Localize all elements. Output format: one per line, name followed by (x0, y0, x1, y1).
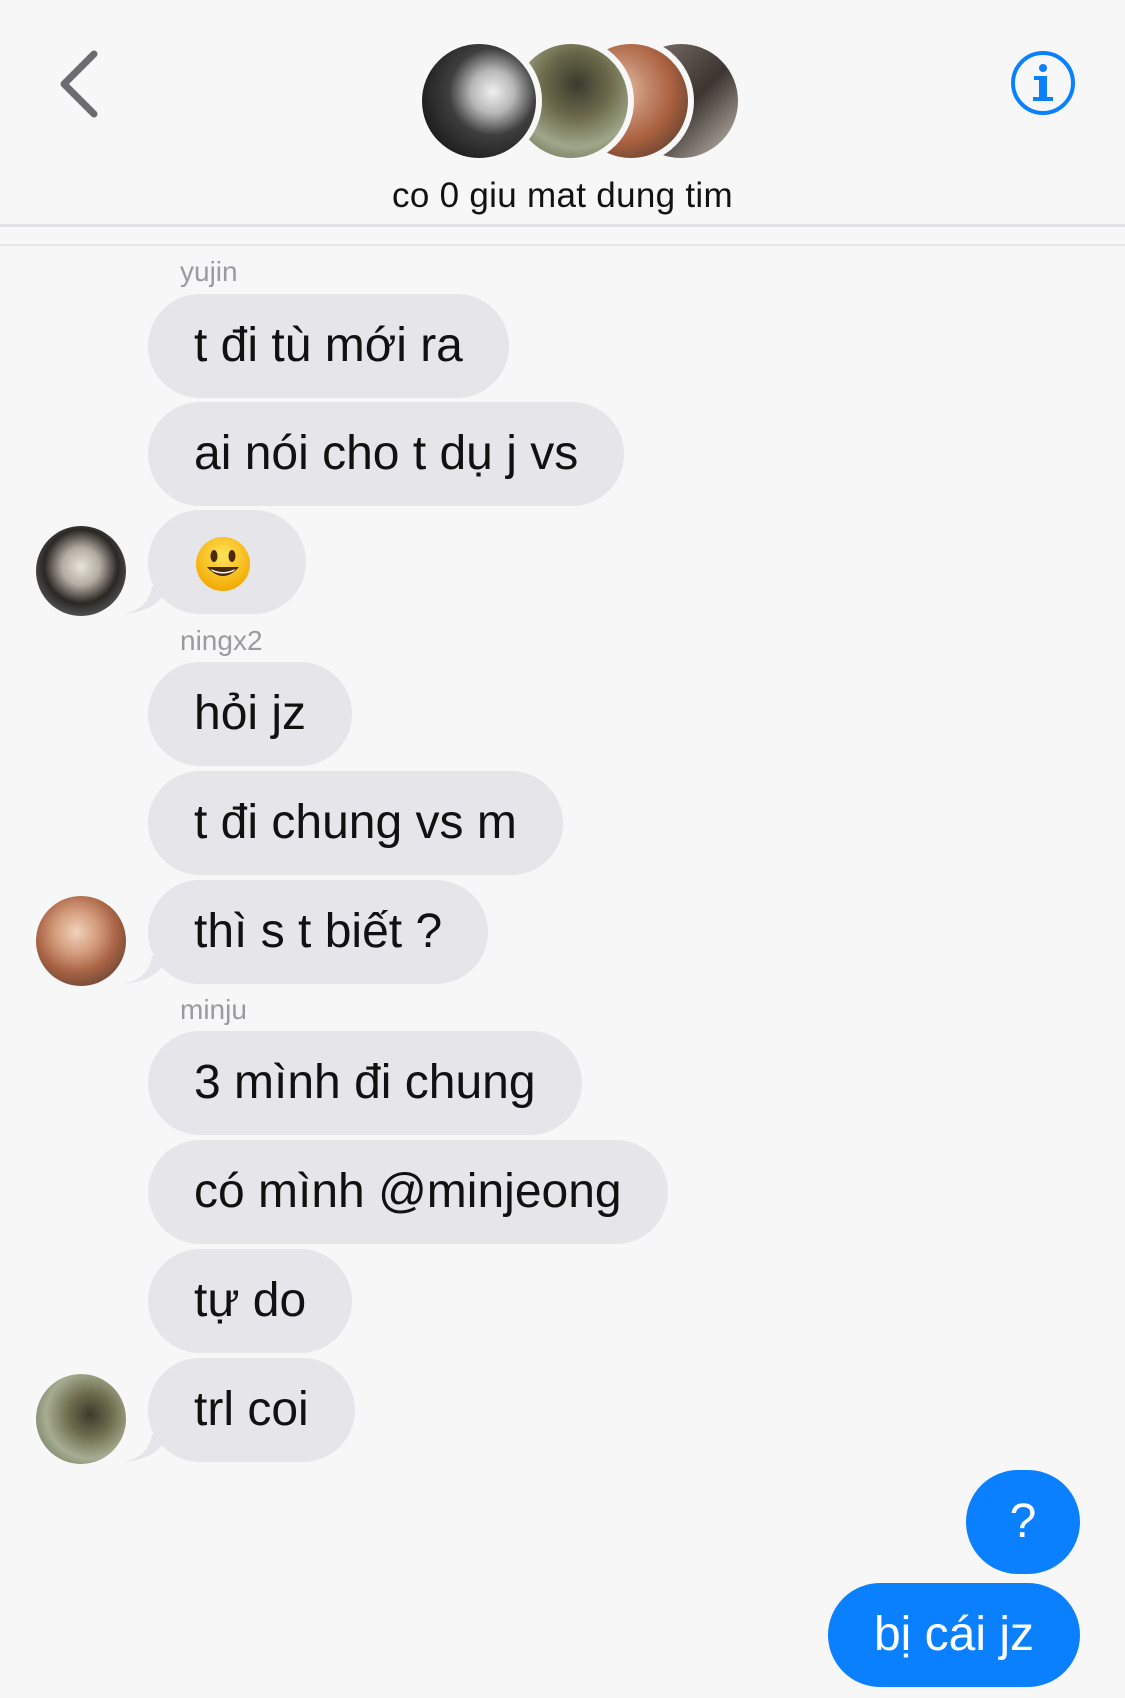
smiley-emoji-icon (196, 537, 250, 592)
sender-name: ningx2 (180, 625, 263, 656)
header-divider (0, 224, 1125, 227)
sender-avatar[interactable] (36, 896, 126, 986)
incoming-message[interactable]: hỏi jz (148, 662, 353, 766)
incoming-message[interactable]: tự do (148, 1249, 353, 1353)
incoming-message[interactable]: thì s t biết ? (148, 880, 489, 984)
incoming-message[interactable]: trl coi (148, 1358, 355, 1462)
header-divider (0, 244, 1125, 246)
bubble-tail (122, 1434, 166, 1462)
group-member-avatar (416, 38, 542, 164)
info-icon (1011, 51, 1075, 115)
sender-name: yujin (180, 256, 238, 287)
incoming-message[interactable]: 3 mình đi chung (148, 1031, 582, 1135)
sender-avatar[interactable] (36, 1374, 126, 1464)
sender-name: minju (180, 994, 247, 1025)
info-button[interactable] (1010, 50, 1076, 116)
incoming-message[interactable] (148, 510, 306, 614)
conversation-title[interactable]: co 0 giu mat dung tim (0, 176, 1125, 216)
chat-screen: co 0 giu mat dung tim yujin t đi tù mới … (0, 0, 1125, 1698)
back-button[interactable] (52, 44, 112, 124)
bubble-tail (122, 586, 166, 614)
incoming-message[interactable]: ai nói cho t dụ j vs (148, 402, 625, 506)
incoming-message[interactable]: có mình @minjeong (148, 1140, 668, 1244)
chat-header: co 0 giu mat dung tim (0, 0, 1125, 246)
bubble-tail (122, 956, 166, 984)
incoming-message[interactable]: t đi tù mới ra (148, 294, 509, 398)
sender-avatar[interactable] (36, 526, 126, 616)
outgoing-message[interactable]: ? (966, 1470, 1080, 1574)
incoming-message[interactable]: t đi chung vs m (148, 771, 563, 875)
chevron-left-icon (60, 50, 98, 118)
outgoing-message[interactable]: bị cái jz (828, 1583, 1080, 1687)
